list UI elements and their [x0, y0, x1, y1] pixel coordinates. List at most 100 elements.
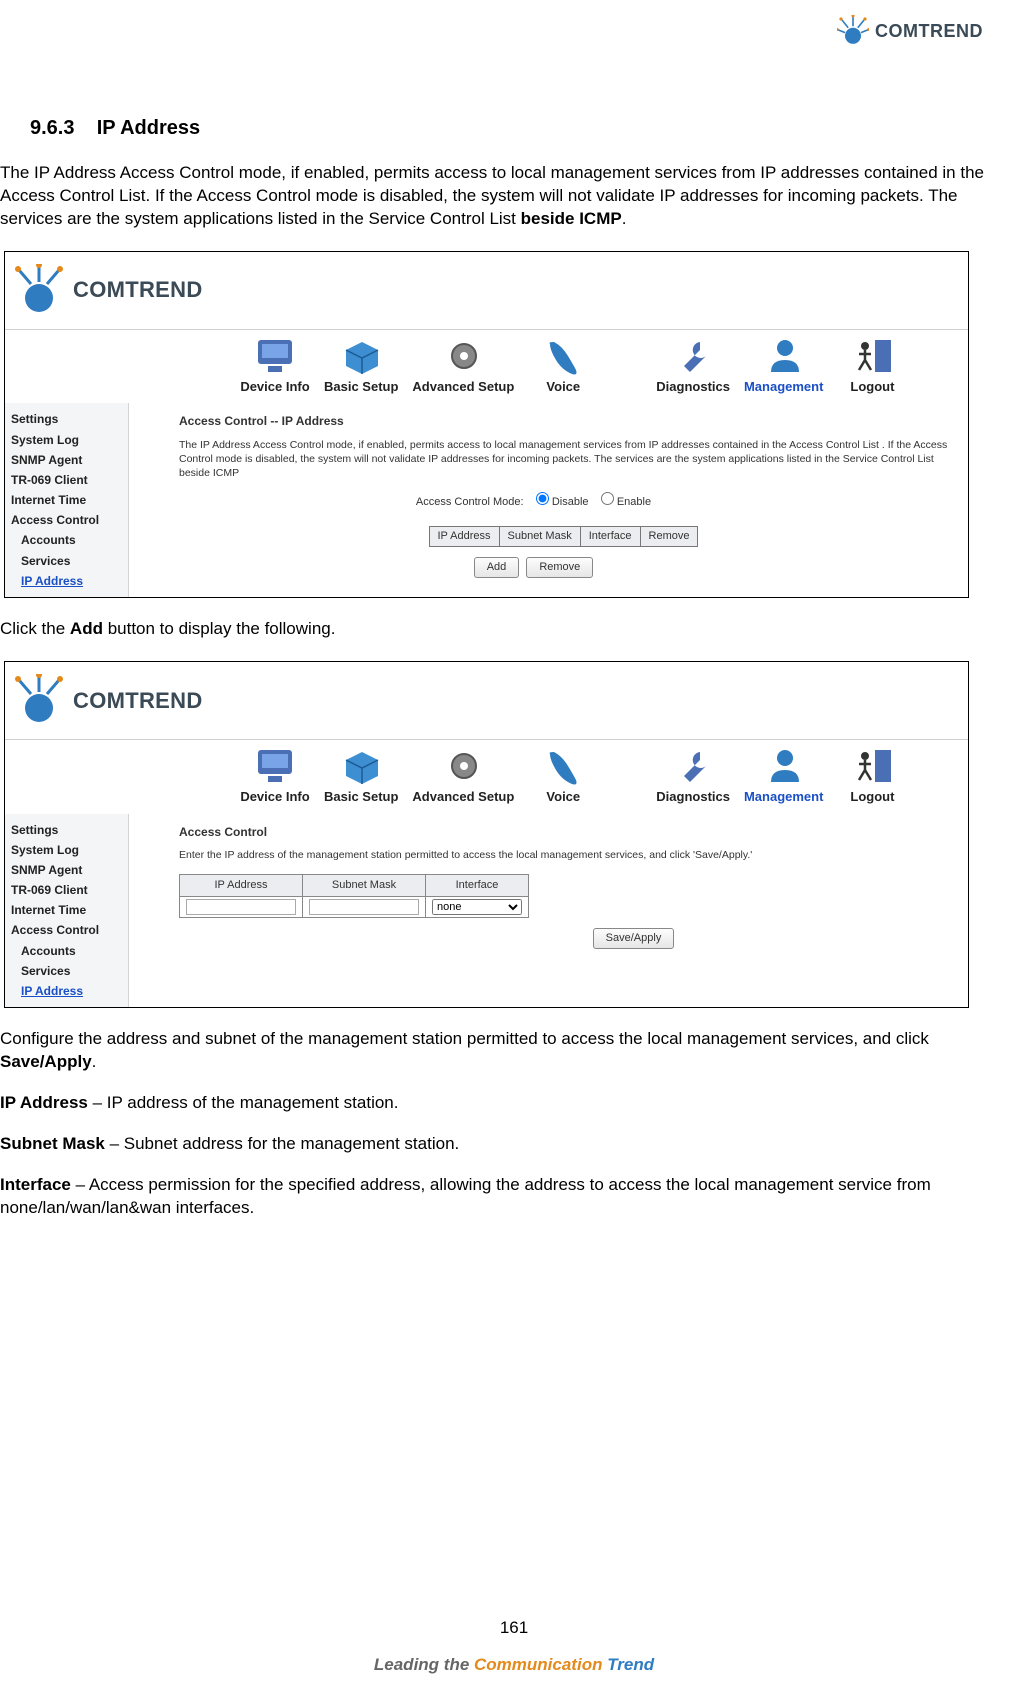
exit-icon: [849, 746, 895, 786]
sidebar-item-internet-time[interactable]: Internet Time: [11, 900, 122, 920]
top-nav: Device Info Basic Setup Advanced Setup V…: [5, 740, 968, 814]
col-interface: Interface: [426, 874, 529, 896]
click-bold: Add: [70, 619, 103, 638]
click-add-paragraph: Click the Add button to display the foll…: [0, 618, 1008, 641]
nav-basic-setup[interactable]: Basic Setup: [324, 336, 398, 396]
intro-paragraph: The IP Address Access Control mode, if e…: [0, 162, 1008, 231]
ui-brand: COMTREND: [13, 264, 203, 316]
def-sm-label: Subnet Mask: [0, 1134, 105, 1153]
nav-advanced-setup[interactable]: Advanced Setup: [412, 336, 514, 396]
nav-management[interactable]: Management: [744, 336, 823, 396]
sidebar-item-internet-time[interactable]: Internet Time: [11, 490, 122, 510]
nav-label: Logout: [850, 378, 894, 396]
config-text-c: .: [92, 1052, 97, 1071]
sidebar-item-settings[interactable]: Settings: [11, 409, 122, 429]
section-number: 9.6.3: [30, 117, 74, 139]
def-ip-text: – IP address of the management station.: [88, 1093, 399, 1112]
sidebar-item-tr069[interactable]: TR-069 Client: [11, 470, 122, 490]
monitor-icon: [252, 336, 298, 376]
brand-text: COMTREND: [875, 21, 983, 42]
tagline-c: Trend: [602, 1655, 654, 1674]
add-button[interactable]: Add: [474, 557, 520, 578]
radio-disable[interactable]: [536, 492, 549, 505]
sidebar-item-ip-address[interactable]: IP Address: [11, 981, 122, 1001]
person-icon: [761, 336, 807, 376]
main-panel: Access Control Enter the IP address of t…: [129, 814, 968, 1008]
sidebar-item-accounts[interactable]: Accounts: [11, 941, 122, 961]
top-nav: Device Info Basic Setup Advanced Setup V…: [5, 330, 968, 404]
remove-button[interactable]: Remove: [526, 557, 593, 578]
definition-list: IP Address – IP address of the managemen…: [0, 1092, 1028, 1220]
ui-brand: COMTREND: [13, 674, 203, 726]
gear-icon: [440, 336, 486, 376]
ui-header: COMTREND: [5, 662, 968, 740]
nav-diagnostics[interactable]: Diagnostics: [656, 746, 730, 806]
col-subnet: Subnet Mask: [499, 526, 580, 546]
def-sm-text: – Subnet address for the management stat…: [105, 1134, 459, 1153]
box-icon: [338, 746, 384, 786]
sidebar-item-accounts[interactable]: Accounts: [11, 530, 122, 550]
sidebar-item-access-control[interactable]: Access Control: [11, 920, 122, 940]
sidebar-item-access-control[interactable]: Access Control: [11, 510, 122, 530]
nav-label: Advanced Setup: [412, 788, 514, 806]
main-panel: Access Control -- IP Address The IP Addr…: [129, 403, 968, 597]
nav-logout[interactable]: Logout: [837, 746, 907, 806]
nav-management[interactable]: Management: [744, 746, 823, 806]
sidebar-item-settings[interactable]: Settings: [11, 820, 122, 840]
nav-label: Advanced Setup: [412, 378, 514, 396]
sidebar-item-system-log[interactable]: System Log: [11, 840, 122, 860]
nav-diagnostics[interactable]: Diagnostics: [656, 336, 730, 396]
nav-label: Diagnostics: [656, 378, 730, 396]
def-ip-label: IP Address: [0, 1093, 88, 1112]
interface-select[interactable]: none: [432, 899, 522, 915]
def-interface: Interface – Access permission for the sp…: [0, 1174, 1008, 1220]
sidebar-item-services[interactable]: Services: [11, 961, 122, 981]
nav-voice[interactable]: Voice: [528, 336, 598, 396]
phone-icon: [540, 336, 586, 376]
subnet-mask-input[interactable]: [309, 899, 419, 915]
page-number: 161: [0, 1618, 1028, 1638]
exit-icon: [849, 336, 895, 376]
entry-table: IP Address Subnet Mask Interface none: [179, 874, 529, 918]
page-brand: COMTREND: [837, 15, 983, 47]
nav-label: Device Info: [240, 788, 309, 806]
nav-voice[interactable]: Voice: [528, 746, 598, 806]
ui-brand-text: COMTREND: [73, 686, 203, 716]
nav-device-info[interactable]: Device Info: [240, 746, 310, 806]
ip-address-input[interactable]: [186, 899, 296, 915]
sidebar-item-snmp-agent[interactable]: SNMP Agent: [11, 860, 122, 880]
sidebar-item-tr069[interactable]: TR-069 Client: [11, 880, 122, 900]
save-apply-button[interactable]: Save/Apply: [593, 928, 675, 949]
sidebar-item-services[interactable]: Services: [11, 551, 122, 571]
nav-label: Voice: [546, 378, 580, 396]
access-control-mode-row: Access Control Mode: Disable Enable: [119, 492, 948, 510]
phone-icon: [540, 746, 586, 786]
screenshot-access-control-list: COMTREND Device Info Basic Setup Advance…: [4, 251, 969, 598]
sidebar: Settings System Log SNMP Agent TR-069 Cl…: [5, 403, 129, 597]
nav-label: Management: [744, 378, 823, 396]
nav-basic-setup[interactable]: Basic Setup: [324, 746, 398, 806]
wrench-icon: [670, 746, 716, 786]
sidebar-item-snmp-agent[interactable]: SNMP Agent: [11, 450, 122, 470]
spiral-icon: [837, 15, 869, 47]
box-icon: [338, 336, 384, 376]
document-body: 9.6.3 IP Address The IP Address Access C…: [0, 0, 1028, 1220]
sidebar-item-system-log[interactable]: System Log: [11, 430, 122, 450]
click-text-c: button to display the following.: [103, 619, 335, 638]
screenshot-access-control-add: COMTREND Device Info Basic Setup Advance…: [4, 661, 969, 1008]
radio-enable[interactable]: [601, 492, 614, 505]
col-ip: IP Address: [180, 874, 303, 896]
config-bold: Save/Apply: [0, 1052, 92, 1071]
intro-bold: beside ICMP: [521, 209, 622, 228]
nav-label: Diagnostics: [656, 788, 730, 806]
nav-logout[interactable]: Logout: [837, 336, 907, 396]
config-text-a: Configure the address and subnet of the …: [0, 1029, 929, 1048]
nav-advanced-setup[interactable]: Advanced Setup: [412, 746, 514, 806]
person-icon: [761, 746, 807, 786]
panel-title: Access Control: [179, 824, 948, 840]
nav-device-info[interactable]: Device Info: [240, 336, 310, 396]
click-text-a: Click the: [0, 619, 70, 638]
sidebar-item-ip-address[interactable]: IP Address: [11, 571, 122, 591]
acl-table: IP Address Subnet Mask Interface Remove: [429, 526, 699, 547]
col-interface: Interface: [580, 526, 640, 546]
